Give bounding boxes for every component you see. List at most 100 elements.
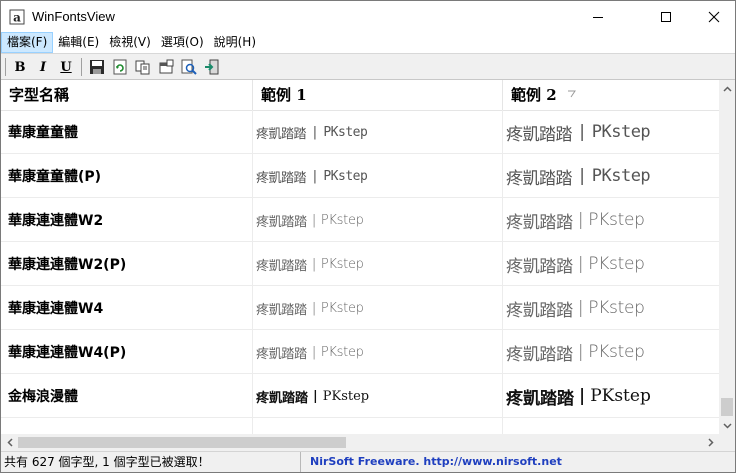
maximize-button[interactable] xyxy=(643,1,689,32)
refresh-button[interactable] xyxy=(111,58,129,76)
menu-options[interactable]: 選項(O) xyxy=(156,32,209,53)
find-button[interactable] xyxy=(180,58,198,76)
list-rows: 華康童童體 疼凱踏踏 | PKstep 疼凱踏踏 | PKstep 華康童童體(P) 疼凱踏踏 |… xyxy=(1,110,719,434)
menu-help[interactable]: 說明(H) xyxy=(209,32,261,53)
table-row[interactable]: 華康童童體(P) 疼凱踏踏 | PKstep 疼凱踏踏 | PKstep xyxy=(1,154,719,198)
app-icon: a xyxy=(9,9,25,25)
sample-divider: | xyxy=(577,254,584,274)
sample-1-cjk: 疼凱踏踏 xyxy=(256,346,307,362)
sample-divider: | xyxy=(311,212,316,228)
scrollbar-corner xyxy=(719,434,735,451)
exit-button[interactable] xyxy=(203,58,221,76)
sample-2-cjk: 疼凱踏踏 xyxy=(506,212,573,233)
table-row[interactable]: 華康連連體W2 疼凱踏踏 | PKstep 疼凱踏踏 | PKstep xyxy=(1,198,719,242)
copy-button[interactable] xyxy=(134,58,152,76)
sample-2-latin: PKstep xyxy=(588,254,645,274)
vertical-scrollbar[interactable] xyxy=(719,80,735,434)
sample-2-latin: PKstep xyxy=(590,386,651,406)
main-window: a WinFontsView 檔案(F) 編輯(E) 檢視(V) 選項(O) 說… xyxy=(0,0,736,473)
refresh-icon xyxy=(113,59,127,75)
sample-divider: | xyxy=(579,386,586,406)
sample-2-cell: 疼凱踏踏 | PKstep xyxy=(503,374,719,418)
scroll-down-button[interactable] xyxy=(719,417,735,434)
font-list[interactable]: 字型名稱 範例 1 範例 2 華康童童體 疼凱踏踏 | PKstep 疼凱踏踏 | PKst… xyxy=(1,80,719,434)
save-icon xyxy=(90,60,104,74)
column-header-sample-2[interactable]: 範例 2 xyxy=(503,80,719,110)
table-row[interactable]: 華康連連體W4 疼凱踏踏 | PKstep 疼凱踏踏 | PKstep xyxy=(1,286,719,330)
sample-2-latin: PKstep xyxy=(591,122,651,142)
table-row[interactable]: 華康連連體W4(P) 疼凱踏踏 | PKstep 疼凱踏踏 | PKstep xyxy=(1,330,719,374)
sample-1-latin: PKstep xyxy=(323,168,368,184)
column-header-sample-1[interactable]: 範例 1 xyxy=(253,80,503,110)
sample-2-cjk: 疼凱踏踏 xyxy=(506,124,573,145)
font-name: 華康連連體W2 xyxy=(8,213,104,229)
sample-2-cell: 疼凱踏踏 | PKstep xyxy=(503,286,719,330)
scroll-right-button[interactable] xyxy=(702,434,719,451)
chevron-down-icon xyxy=(722,422,732,429)
chevron-right-icon xyxy=(707,438,714,447)
sample-2-cjk: 疼凱踏踏 xyxy=(506,256,573,277)
sample-1-cell: 疼凱踏踏 | PKstep xyxy=(253,154,503,198)
status-font-count: 共有 627 個字型, 1 個字型已被選取！ xyxy=(4,452,301,472)
column-header-font-name[interactable]: 字型名稱 xyxy=(1,80,253,110)
menu-edit[interactable]: 編輯(E) xyxy=(53,32,104,53)
scroll-up-button[interactable] xyxy=(719,80,735,97)
font-name-cell: 華康連連體W4(P) xyxy=(1,330,253,374)
maximize-icon xyxy=(661,11,671,22)
properties-button[interactable] xyxy=(157,58,175,76)
exit-icon xyxy=(205,59,219,75)
chevron-left-icon xyxy=(6,438,13,447)
menu-file[interactable]: 檔案(F) xyxy=(1,32,54,53)
underline-button[interactable]: U xyxy=(57,58,75,76)
sample-2-latin: PKstep xyxy=(591,166,651,186)
font-name-cell: 華康連連體W2(P) xyxy=(1,242,253,286)
sample-1-latin: PKstep xyxy=(320,256,364,272)
sample-2-cell: 疼凱踏踏 | PKstep xyxy=(503,198,719,242)
sample-1-cell: 疼凱踏踏 | PKstep xyxy=(253,110,503,154)
table-row[interactable]: 金梅浪漫體 疼凱踏踏 | PKstep 疼凱踏踏 | PKstep xyxy=(1,374,719,418)
sample-divider: | xyxy=(311,256,316,272)
table-row[interactable]: 華康童童體 疼凱踏踏 | PKstep 疼凱踏踏 | PKstep xyxy=(1,110,719,154)
font-name: 華康連連體W4(P) xyxy=(8,345,127,361)
table-row-empty xyxy=(1,418,719,434)
sample-divider: | xyxy=(577,298,584,318)
font-name-cell: 金梅浪漫體 xyxy=(1,374,253,418)
sort-arrow-icon xyxy=(568,90,576,98)
menu-view[interactable]: 檢視(V) xyxy=(104,32,156,53)
sample-2-latin: PKstep xyxy=(588,342,645,362)
horizontal-scrollbar[interactable] xyxy=(1,434,719,451)
minimize-button[interactable] xyxy=(575,1,621,32)
sample-2-latin: PKstep xyxy=(588,298,645,318)
scroll-left-button[interactable] xyxy=(1,434,18,451)
chevron-up-icon xyxy=(722,85,732,92)
sample-1-cjk: 疼凱踏踏 xyxy=(256,390,309,406)
vertical-scroll-thumb[interactable] xyxy=(721,398,733,416)
sample-divider: | xyxy=(311,344,316,360)
horizontal-scroll-thumb[interactable] xyxy=(18,437,346,448)
status-bar: 共有 627 個字型, 1 個字型已被選取！ NirSoft Freeware.… xyxy=(1,451,735,472)
sample-2-cell: 疼凱踏踏 | PKstep xyxy=(503,154,719,198)
sample-1-latin: PKstep xyxy=(323,124,368,140)
italic-button[interactable]: I xyxy=(34,58,52,76)
sample-1-latin: PKstep xyxy=(322,388,370,404)
sample-divider: | xyxy=(311,300,316,316)
sample-2-cjk: 疼凱踏踏 xyxy=(506,388,574,409)
sample-1-latin: PKstep xyxy=(320,212,364,228)
toolbar: B I U xyxy=(1,53,735,80)
menu-bar: 檔案(F) 編輯(E) 檢視(V) 選項(O) 說明(H) xyxy=(1,32,735,53)
title-bar[interactable]: a WinFontsView xyxy=(1,1,735,32)
font-name: 華康連連體W4 xyxy=(8,301,104,317)
table-row[interactable]: 華康連連體W2(P) 疼凱踏踏 | PKstep 疼凱踏踏 | PKstep xyxy=(1,242,719,286)
sample-divider: | xyxy=(311,124,319,140)
font-name: 金梅浪漫體 xyxy=(8,389,78,405)
status-credit-link[interactable]: NirSoft Freeware. http://www.nirsoft.net xyxy=(310,452,562,472)
svg-text:a: a xyxy=(13,11,21,25)
properties-icon xyxy=(159,59,174,74)
font-name: 華康連連體W2(P) xyxy=(8,257,127,273)
save-button[interactable] xyxy=(88,58,106,76)
minimize-icon xyxy=(593,16,603,18)
close-icon xyxy=(708,11,720,22)
close-button[interactable] xyxy=(691,1,735,32)
bold-button[interactable]: B xyxy=(11,58,29,76)
sample-1-cell: 疼凱踏踏 | PKstep xyxy=(253,330,503,374)
